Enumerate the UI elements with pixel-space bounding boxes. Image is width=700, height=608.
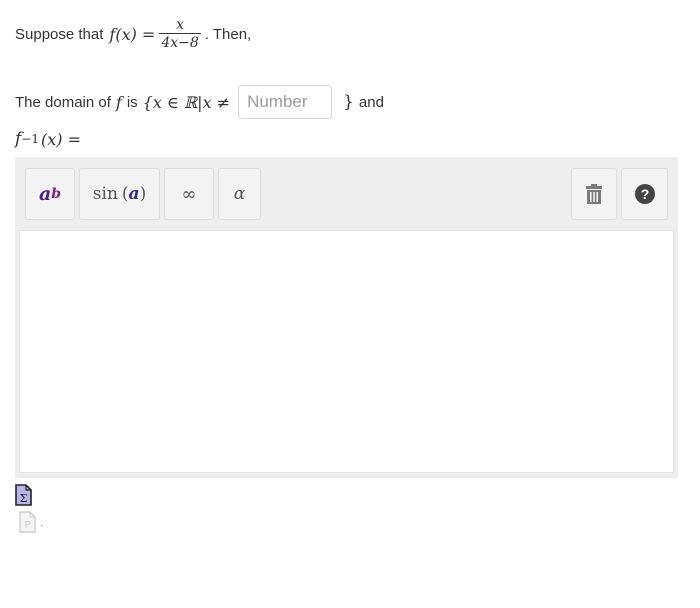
function-fraction: x 4x−8: [159, 16, 201, 52]
power-button[interactable]: ab: [25, 168, 75, 220]
is-text: is: [126, 93, 138, 111]
fraction-denominator: 4x−8: [161, 34, 199, 51]
help-button[interactable]: ?: [621, 168, 668, 220]
trig-functions-button[interactable]: sin (a): [79, 168, 160, 220]
set-close: }: [343, 92, 354, 112]
document-icon[interactable]: P: [19, 511, 36, 533]
math-editor: ab sin (a) ∞ α ?: [15, 157, 678, 478]
question-statement: Suppose that f(x) = x 4x−8 . Then,: [15, 14, 251, 54]
after-text: . Then,: [204, 25, 252, 43]
power-base: a: [38, 183, 52, 205]
domain-prefix: The domain of: [15, 93, 111, 111]
infinity-button[interactable]: ∞: [164, 168, 214, 220]
svg-text:Σ: Σ: [20, 492, 28, 505]
domain-exclusion-input[interactable]: [238, 85, 333, 119]
formula-document-icon[interactable]: Σ: [15, 484, 32, 506]
inverse-rest: (x) =: [41, 129, 81, 149]
svg-text:P: P: [24, 520, 30, 531]
intro-text: Suppose that: [15, 25, 104, 43]
clear-button[interactable]: [571, 168, 617, 220]
math-input-area[interactable]: [19, 230, 674, 473]
f-symbol: f: [115, 92, 122, 112]
infinity-icon: ∞: [181, 183, 197, 205]
trig-label: sin: [92, 184, 118, 204]
trailing-dot: .: [40, 515, 44, 529]
trash-icon: [586, 184, 602, 204]
set-open: {x ∈ ℝ|x ≠: [142, 92, 231, 112]
and-text: and: [358, 93, 384, 111]
greek-letters-button[interactable]: α: [218, 168, 261, 220]
alpha-icon: α: [233, 184, 246, 204]
inverse-function-label: f −1 (x) =: [15, 126, 81, 152]
power-exponent: b: [51, 186, 62, 202]
fraction-numerator: x: [176, 16, 184, 33]
trig-arg: a: [128, 184, 140, 204]
function-lhs: f(x) =: [109, 24, 156, 44]
domain-line: The domain of f is {x ∈ ℝ|x ≠ } and: [15, 84, 384, 120]
help-icon: ?: [634, 184, 655, 204]
svg-text:?: ?: [640, 186, 649, 202]
inverse-exponent: −1: [21, 132, 39, 146]
